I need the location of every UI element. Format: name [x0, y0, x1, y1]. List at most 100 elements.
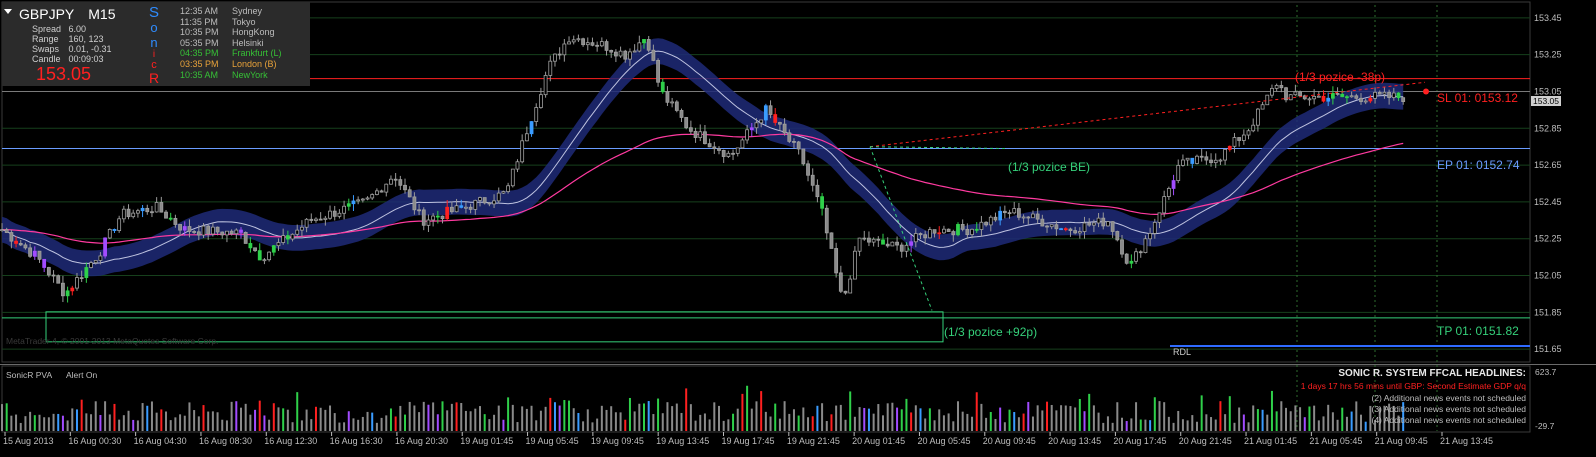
candle-body: [70, 287, 75, 292]
candle-body: [848, 278, 853, 294]
candle-body: [46, 267, 51, 276]
candle-body: [567, 41, 571, 45]
y-tick-label: 152.25: [1534, 234, 1562, 244]
candle-body: [445, 206, 450, 220]
candle-body: [1241, 134, 1246, 141]
session-time: 03:35 PM: [180, 58, 219, 69]
candle-body: [782, 123, 787, 134]
candle-body: [693, 130, 698, 138]
session-row: 03:35 PM London (B): [180, 59, 282, 70]
candle-body: [262, 259, 267, 262]
candle-body: [192, 231, 197, 233]
stat-value: 0.01, -0.31: [68, 44, 112, 54]
candle-body: [145, 207, 150, 213]
candle-body: [1363, 100, 1368, 103]
candle-body: [0, 229, 4, 232]
y-tick-label: 153.45: [1534, 13, 1562, 23]
candle-body: [1246, 130, 1251, 136]
candle-body: [1157, 212, 1162, 223]
candle-body: [1110, 221, 1115, 232]
candle-body: [1274, 85, 1279, 89]
candle-body: [407, 189, 412, 198]
candle-body: [482, 197, 487, 204]
candle-body: [234, 229, 239, 235]
candle-body: [1396, 92, 1401, 99]
candle-body: [342, 205, 346, 214]
candle-body: [993, 216, 998, 221]
candle-body: [918, 233, 923, 236]
candle-body: [89, 262, 93, 268]
candle-body: [1359, 97, 1363, 102]
candle-body: [220, 231, 225, 236]
candle-body: [206, 225, 211, 235]
candle-body: [960, 224, 965, 230]
candle-body: [867, 237, 871, 243]
candle-body: [42, 258, 47, 268]
candle-body: [970, 228, 974, 236]
candle-body: [510, 168, 515, 187]
candle-body: [487, 202, 492, 205]
y-tick-label: 151.85: [1534, 307, 1562, 317]
candle-body: [374, 190, 379, 195]
candle-body: [248, 243, 253, 249]
candle-body: [1148, 233, 1153, 240]
sl-marker: [1423, 88, 1429, 95]
sonic-logo: S o n i c R: [148, 5, 160, 86]
candle-body: [913, 233, 918, 243]
news-line-2: (2) Additional news events not scheduled: [1371, 393, 1526, 403]
candle-body: [1129, 260, 1134, 264]
candle-body: [520, 140, 525, 163]
session-row: 12:35 AM Sydney: [180, 6, 282, 17]
candle-body: [988, 216, 993, 226]
candle-body: [909, 241, 914, 246]
x-tick-label: 19 Aug 05:45: [526, 436, 579, 446]
x-tick-label: 16 Aug 12:30: [264, 436, 317, 446]
candle-body: [923, 234, 928, 239]
candle-body: [759, 119, 764, 124]
session-city: London (B): [232, 58, 277, 69]
timeframe: M15: [88, 6, 116, 22]
candle-body: [281, 235, 286, 243]
candle-body: [684, 117, 689, 129]
candle-body: [271, 245, 276, 253]
indicator-alert: Alert On: [66, 370, 98, 380]
candle-body: [136, 210, 140, 214]
candle-body: [1335, 93, 1340, 95]
candle-body: [829, 232, 834, 249]
candle-body: [1387, 91, 1392, 98]
candle-body: [820, 196, 824, 209]
candle-body: [712, 146, 717, 150]
indicator-min: -29.7: [1535, 421, 1555, 431]
be-note: (1/3 pozice BE): [1008, 160, 1091, 174]
candle-body: [117, 218, 122, 231]
candle-body: [1115, 231, 1120, 241]
candle-body: [1181, 159, 1185, 166]
candle-body: [295, 229, 300, 235]
candle-body: [351, 200, 356, 205]
stat-value: 160, 123: [68, 34, 104, 44]
candle-body: [524, 133, 529, 142]
candle-body: [590, 42, 595, 46]
candle-body: [1087, 222, 1092, 226]
candle-body: [164, 211, 168, 219]
candle-body: [553, 53, 557, 62]
candle-body: [506, 185, 511, 192]
x-tick-label: 16 Aug 04:30: [134, 436, 187, 446]
candle-body: [173, 217, 178, 225]
candle-body: [1312, 95, 1317, 100]
candle-body: [1227, 145, 1232, 150]
candle-body: [871, 238, 876, 243]
stat-value: 6.00: [68, 24, 87, 34]
candle-body: [792, 141, 796, 143]
candle-body: [956, 224, 960, 236]
candle-body: [431, 215, 436, 221]
candle-body: [979, 221, 984, 230]
candle-body: [974, 228, 979, 231]
candle-body: [951, 231, 956, 236]
x-tick-label: 16 Aug 00:30: [68, 436, 121, 446]
x-tick-label: 21 Aug 01:45: [1244, 436, 1297, 446]
candle-body: [1166, 188, 1171, 197]
candle-body: [665, 91, 670, 103]
candle-body: [121, 208, 126, 220]
sonic-letter: o: [150, 20, 158, 35]
